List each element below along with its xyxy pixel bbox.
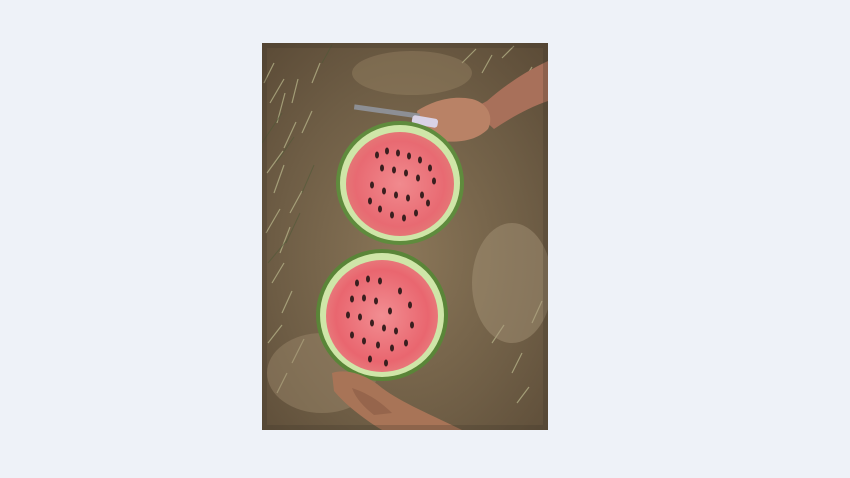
dirt-patch bbox=[352, 51, 472, 95]
watermelon-photo bbox=[262, 43, 548, 430]
watermelon-half-upper bbox=[336, 121, 464, 245]
watermelon-half-lower bbox=[316, 249, 448, 381]
photo-frame bbox=[262, 43, 548, 430]
